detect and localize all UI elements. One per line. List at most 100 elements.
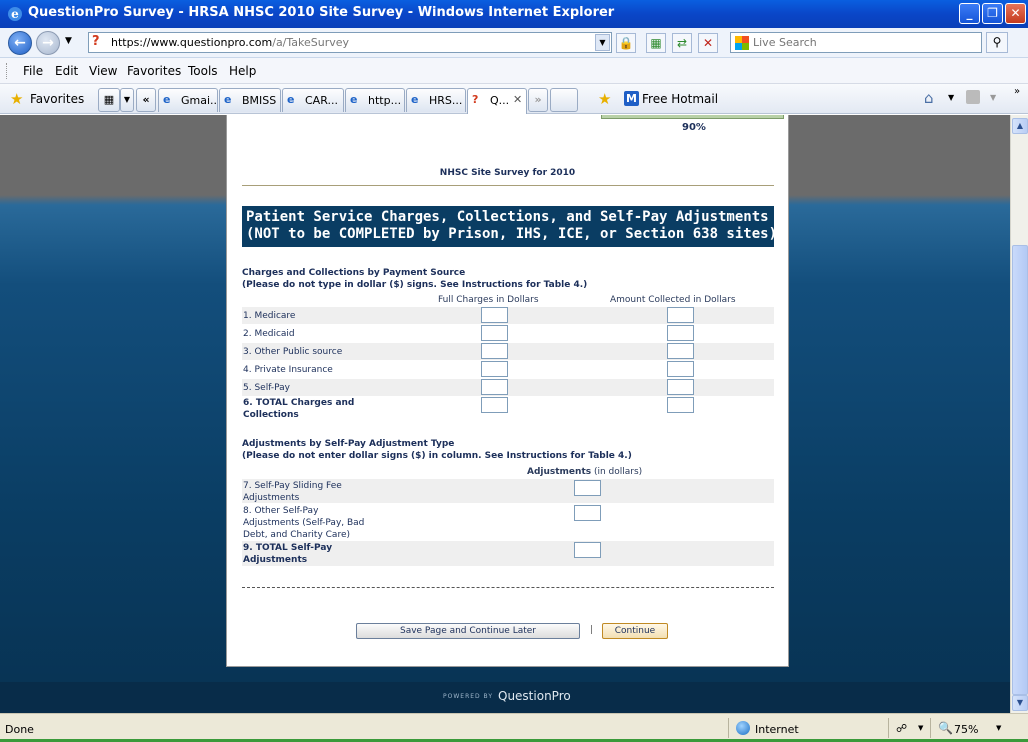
home-icon[interactable]: ⌂ [924,89,934,107]
menu-edit[interactable]: Edit [55,64,78,78]
window-title: QuestionPro Survey - HRSA NHSC 2010 Site… [28,5,615,20]
scroll-thumb[interactable] [1012,245,1028,695]
menu-view[interactable]: View [89,64,117,78]
medicare-collected-input[interactable] [667,307,694,323]
save-and-continue-later-button[interactable]: Save Page and Continue Later [356,623,580,639]
search-field[interactable] [730,32,982,53]
ie-page-icon: e [411,93,419,106]
menu-tools[interactable]: Tools [188,64,218,78]
table-row: 7. Self-Pay Sliding Fee Adjustments [242,479,774,503]
table-row: 2. Medicaid [242,325,774,342]
medicaid-collected-input[interactable] [667,325,694,341]
close-button[interactable]: ✕ [1005,3,1026,24]
vertical-scrollbar[interactable]: ▲ ▼ [1010,115,1028,713]
protected-mode-dropdown-icon[interactable]: ▼ [918,724,923,732]
ie-page-icon: e [350,93,358,106]
scroll-down-button[interactable]: ▼ [1012,695,1028,711]
back-button[interactable]: ← [8,31,32,55]
toolbar-overflow-icon[interactable]: » [1014,86,1020,97]
ie-page-icon: e [224,93,232,106]
menu-favorites[interactable]: Favorites [127,64,181,78]
history-dropdown-icon[interactable]: ▼ [65,36,72,46]
feeds-dropdown-icon[interactable]: ▼ [990,93,996,102]
menu-help[interactable]: Help [229,64,256,78]
other-public-collected-input[interactable] [667,343,694,359]
url-text[interactable]: https://www.questionpro.com/a/TakeSurvey [111,36,349,49]
title-bar: e QuestionPro Survey - HRSA NHSC 2010 Si… [0,0,1028,28]
self-pay-collected-input[interactable] [667,379,694,395]
compatibility-icon[interactable]: ▦ [646,33,666,53]
quick-tabs-icon: ▦ [103,93,115,106]
button-separator: | [590,625,594,635]
sliding-fee-adjustments-input[interactable] [574,480,601,496]
back-arrow-icon: ← [14,35,26,51]
total-collected-input[interactable] [667,397,694,413]
tab-list-dropdown-icon[interactable]: ▼ [120,88,134,112]
total-charges-input[interactable] [481,397,508,413]
url-prefix: https:// [111,36,151,49]
zoom-level[interactable]: 75% [954,723,978,736]
private-insurance-charges-input[interactable] [481,361,508,377]
question-2-title: Adjustments by Self-Pay Adjustment Type [242,439,455,449]
powered-by-label: POWERED BY [443,693,494,700]
tab-scroll-right-button[interactable]: » [528,88,548,112]
other-self-pay-adjustments-input[interactable] [574,505,601,521]
column-amount-collected: Amount Collected in Dollars [610,295,736,305]
row-label: 3. Other Public source [243,347,343,357]
row-label: 7. Self-Pay Sliding Fee Adjustments [243,481,342,503]
ie-page-icon: e [287,93,295,106]
total-self-pay-adjustments-input[interactable] [574,542,601,558]
home-dropdown-icon[interactable]: ▼ [948,93,954,102]
add-favorites-icon[interactable]: ★ [598,90,611,108]
address-field[interactable]: ? https://www.questionpro.com/a/TakeSurv… [88,32,612,53]
scroll-up-button[interactable]: ▲ [1012,118,1028,134]
toolbar-grip [6,63,9,79]
maximize-button[interactable]: ❐ [982,3,1003,24]
stop-icon[interactable]: ✕ [698,33,718,53]
quick-tabs-button[interactable]: ▦ [98,88,120,112]
close-tab-icon[interactable]: ✕ [513,93,522,106]
tab-hrs[interactable]: e HRS... [406,88,466,112]
menu-file[interactable]: File [23,64,43,78]
continue-button[interactable]: Continue [602,623,668,639]
self-pay-charges-input[interactable] [481,379,508,395]
search-icon: ⚲ [992,35,1002,49]
questionpro-logo[interactable]: QuestionPro [498,689,571,703]
section-header-line2: (NOT to be COMPLETED by Prison, IHS, ICE… [246,226,778,242]
other-public-charges-input[interactable] [481,343,508,359]
tab-bmiss[interactable]: e BMISS [219,88,281,112]
favorites-star-icon[interactable]: ★ [10,90,23,108]
address-dropdown-icon[interactable]: ▼ [595,34,610,51]
tab-questionpro-active[interactable]: ? Q... ✕ [467,88,527,114]
protected-mode-icon[interactable]: ☍ [896,722,907,735]
tab-label: BMISS [242,94,277,107]
progress-bar [601,115,784,119]
tab-http[interactable]: e http... [345,88,405,112]
status-separator [728,718,729,738]
search-input[interactable] [753,35,973,50]
zoom-dropdown-icon[interactable]: ▼ [996,724,1001,732]
favorites-button[interactable]: Favorites [30,92,84,106]
zoom-icon[interactable]: 🔍 [938,721,953,735]
page-viewport: 90% NHSC Site Survey for 2010 Patient Se… [0,115,1010,713]
tab-scroll-left-button[interactable]: « [136,88,156,112]
feeds-icon[interactable] [966,90,980,104]
new-tab-button[interactable] [550,88,578,112]
medicaid-charges-input[interactable] [481,325,508,341]
lock-icon[interactable]: 🔒 [616,33,636,53]
status-separator [930,718,931,738]
security-zone[interactable]: Internet [755,723,799,736]
search-button[interactable]: ⚲ [986,32,1008,53]
forward-button[interactable]: → [36,31,60,55]
private-insurance-collected-input[interactable] [667,361,694,377]
page-icon: ? [472,93,479,106]
tab-car[interactable]: e CAR... [282,88,344,112]
tab-label: Gmai... [181,94,218,107]
minimize-button[interactable]: _ [959,3,980,24]
tab-label: HRS... [429,94,463,107]
free-hotmail-link[interactable]: Free Hotmail [642,92,718,106]
internet-explorer-icon: e [8,7,22,21]
medicare-charges-input[interactable] [481,307,508,323]
refresh-icon[interactable]: ⇄ [672,33,692,53]
tab-gmail[interactable]: e Gmai... [158,88,218,112]
